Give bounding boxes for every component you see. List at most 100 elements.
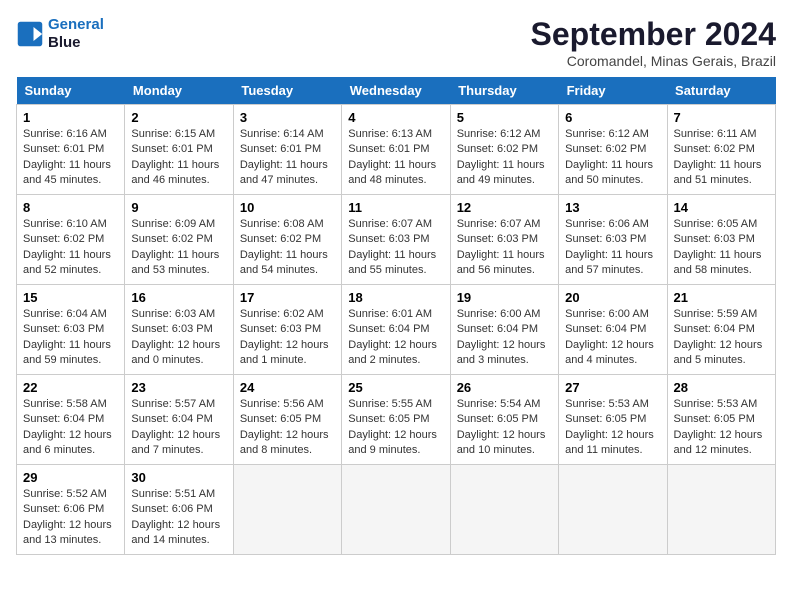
calendar-cell: 11 Sunrise: 6:07 AM Sunset: 6:03 PM Dayl…: [342, 195, 450, 285]
day-number: 1: [23, 110, 118, 125]
sunrise-label: Sunrise: 6:08 AM: [240, 218, 324, 230]
sunset-label: Sunset: 6:05 PM: [674, 413, 755, 425]
weekday-header-tuesday: Tuesday: [233, 77, 341, 105]
daylight-label: Daylight: 11 hours and 53 minutes.: [131, 249, 219, 276]
daylight-label: Daylight: 12 hours and 2 minutes.: [348, 339, 437, 366]
day-info: Sunrise: 6:01 AM Sunset: 6:04 PM Dayligh…: [348, 307, 443, 369]
daylight-label: Daylight: 12 hours and 7 minutes.: [131, 429, 220, 456]
calendar-cell: [559, 465, 667, 555]
sunset-label: Sunset: 6:03 PM: [457, 233, 538, 245]
day-info: Sunrise: 6:15 AM Sunset: 6:01 PM Dayligh…: [131, 127, 226, 189]
sunset-label: Sunset: 6:01 PM: [23, 143, 104, 155]
location: Coromandel, Minas Gerais, Brazil: [531, 53, 776, 69]
calendar-cell: 28 Sunrise: 5:53 AM Sunset: 6:05 PM Dayl…: [667, 375, 775, 465]
sunset-label: Sunset: 6:04 PM: [23, 413, 104, 425]
calendar-cell: [667, 465, 775, 555]
sunset-label: Sunset: 6:06 PM: [131, 503, 212, 515]
day-info: Sunrise: 6:04 AM Sunset: 6:03 PM Dayligh…: [23, 307, 118, 369]
daylight-label: Daylight: 12 hours and 0 minutes.: [131, 339, 220, 366]
logo: General Blue: [16, 16, 104, 52]
sunrise-label: Sunrise: 5:58 AM: [23, 398, 107, 410]
daylight-label: Daylight: 12 hours and 14 minutes.: [131, 519, 220, 546]
sunrise-label: Sunrise: 6:07 AM: [348, 218, 432, 230]
day-number: 26: [457, 380, 552, 395]
day-number: 6: [565, 110, 660, 125]
day-number: 18: [348, 290, 443, 305]
day-number: 21: [674, 290, 769, 305]
calendar-cell: 5 Sunrise: 6:12 AM Sunset: 6:02 PM Dayli…: [450, 105, 558, 195]
calendar-cell: 27 Sunrise: 5:53 AM Sunset: 6:05 PM Dayl…: [559, 375, 667, 465]
calendar-cell: [342, 465, 450, 555]
sunrise-label: Sunrise: 6:01 AM: [348, 308, 432, 320]
month-title: September 2024: [531, 16, 776, 53]
day-number: 20: [565, 290, 660, 305]
sunset-label: Sunset: 6:02 PM: [131, 233, 212, 245]
day-info: Sunrise: 5:59 AM Sunset: 6:04 PM Dayligh…: [674, 307, 769, 369]
day-number: 24: [240, 380, 335, 395]
sunrise-label: Sunrise: 6:03 AM: [131, 308, 215, 320]
logo-icon: [16, 20, 44, 48]
day-number: 5: [457, 110, 552, 125]
daylight-label: Daylight: 12 hours and 13 minutes.: [23, 519, 112, 546]
daylight-label: Daylight: 12 hours and 12 minutes.: [674, 429, 763, 456]
day-number: 22: [23, 380, 118, 395]
day-info: Sunrise: 6:07 AM Sunset: 6:03 PM Dayligh…: [457, 217, 552, 279]
sunset-label: Sunset: 6:03 PM: [131, 323, 212, 335]
page-header: General Blue September 2024 Coromandel, …: [16, 16, 776, 69]
sunrise-label: Sunrise: 6:10 AM: [23, 218, 107, 230]
daylight-label: Daylight: 11 hours and 59 minutes.: [23, 339, 111, 366]
calendar-cell: 21 Sunrise: 5:59 AM Sunset: 6:04 PM Dayl…: [667, 285, 775, 375]
sunrise-label: Sunrise: 5:54 AM: [457, 398, 541, 410]
day-info: Sunrise: 5:53 AM Sunset: 6:05 PM Dayligh…: [674, 397, 769, 459]
sunrise-label: Sunrise: 6:09 AM: [131, 218, 215, 230]
sunrise-label: Sunrise: 5:55 AM: [348, 398, 432, 410]
sunset-label: Sunset: 6:05 PM: [565, 413, 646, 425]
week-row-1: 1 Sunrise: 6:16 AM Sunset: 6:01 PM Dayli…: [17, 105, 776, 195]
daylight-label: Daylight: 12 hours and 3 minutes.: [457, 339, 546, 366]
calendar-cell: 7 Sunrise: 6:11 AM Sunset: 6:02 PM Dayli…: [667, 105, 775, 195]
day-number: 19: [457, 290, 552, 305]
sunset-label: Sunset: 6:04 PM: [674, 323, 755, 335]
day-number: 27: [565, 380, 660, 395]
calendar-cell: 16 Sunrise: 6:03 AM Sunset: 6:03 PM Dayl…: [125, 285, 233, 375]
day-number: 2: [131, 110, 226, 125]
calendar-cell: [233, 465, 341, 555]
calendar-cell: 8 Sunrise: 6:10 AM Sunset: 6:02 PM Dayli…: [17, 195, 125, 285]
sunset-label: Sunset: 6:04 PM: [131, 413, 212, 425]
sunset-label: Sunset: 6:04 PM: [348, 323, 429, 335]
daylight-label: Daylight: 11 hours and 57 minutes.: [565, 249, 653, 276]
day-info: Sunrise: 6:06 AM Sunset: 6:03 PM Dayligh…: [565, 217, 660, 279]
day-number: 15: [23, 290, 118, 305]
daylight-label: Daylight: 12 hours and 6 minutes.: [23, 429, 112, 456]
day-info: Sunrise: 6:05 AM Sunset: 6:03 PM Dayligh…: [674, 217, 769, 279]
sunrise-label: Sunrise: 6:12 AM: [457, 128, 541, 140]
day-number: 28: [674, 380, 769, 395]
calendar-cell: 6 Sunrise: 6:12 AM Sunset: 6:02 PM Dayli…: [559, 105, 667, 195]
calendar-cell: 2 Sunrise: 6:15 AM Sunset: 6:01 PM Dayli…: [125, 105, 233, 195]
sunset-label: Sunset: 6:02 PM: [457, 143, 538, 155]
sunset-label: Sunset: 6:02 PM: [674, 143, 755, 155]
daylight-label: Daylight: 11 hours and 50 minutes.: [565, 159, 653, 186]
sunset-label: Sunset: 6:03 PM: [23, 323, 104, 335]
calendar-table: SundayMondayTuesdayWednesdayThursdayFrid…: [16, 77, 776, 555]
sunset-label: Sunset: 6:03 PM: [348, 233, 429, 245]
sunset-label: Sunset: 6:03 PM: [565, 233, 646, 245]
day-number: 25: [348, 380, 443, 395]
sunset-label: Sunset: 6:04 PM: [565, 323, 646, 335]
day-info: Sunrise: 5:51 AM Sunset: 6:06 PM Dayligh…: [131, 487, 226, 549]
sunrise-label: Sunrise: 6:11 AM: [674, 128, 757, 140]
day-info: Sunrise: 6:10 AM Sunset: 6:02 PM Dayligh…: [23, 217, 118, 279]
weekday-header-friday: Friday: [559, 77, 667, 105]
calendar-cell: 25 Sunrise: 5:55 AM Sunset: 6:05 PM Dayl…: [342, 375, 450, 465]
weekday-header-sunday: Sunday: [17, 77, 125, 105]
calendar-cell: 20 Sunrise: 6:00 AM Sunset: 6:04 PM Dayl…: [559, 285, 667, 375]
day-number: 8: [23, 200, 118, 215]
daylight-label: Daylight: 11 hours and 47 minutes.: [240, 159, 328, 186]
sunset-label: Sunset: 6:05 PM: [348, 413, 429, 425]
day-number: 3: [240, 110, 335, 125]
sunrise-label: Sunrise: 5:53 AM: [674, 398, 758, 410]
week-row-5: 29 Sunrise: 5:52 AM Sunset: 6:06 PM Dayl…: [17, 465, 776, 555]
calendar-cell: 18 Sunrise: 6:01 AM Sunset: 6:04 PM Dayl…: [342, 285, 450, 375]
sunrise-label: Sunrise: 6:00 AM: [565, 308, 649, 320]
sunrise-label: Sunrise: 6:15 AM: [131, 128, 215, 140]
